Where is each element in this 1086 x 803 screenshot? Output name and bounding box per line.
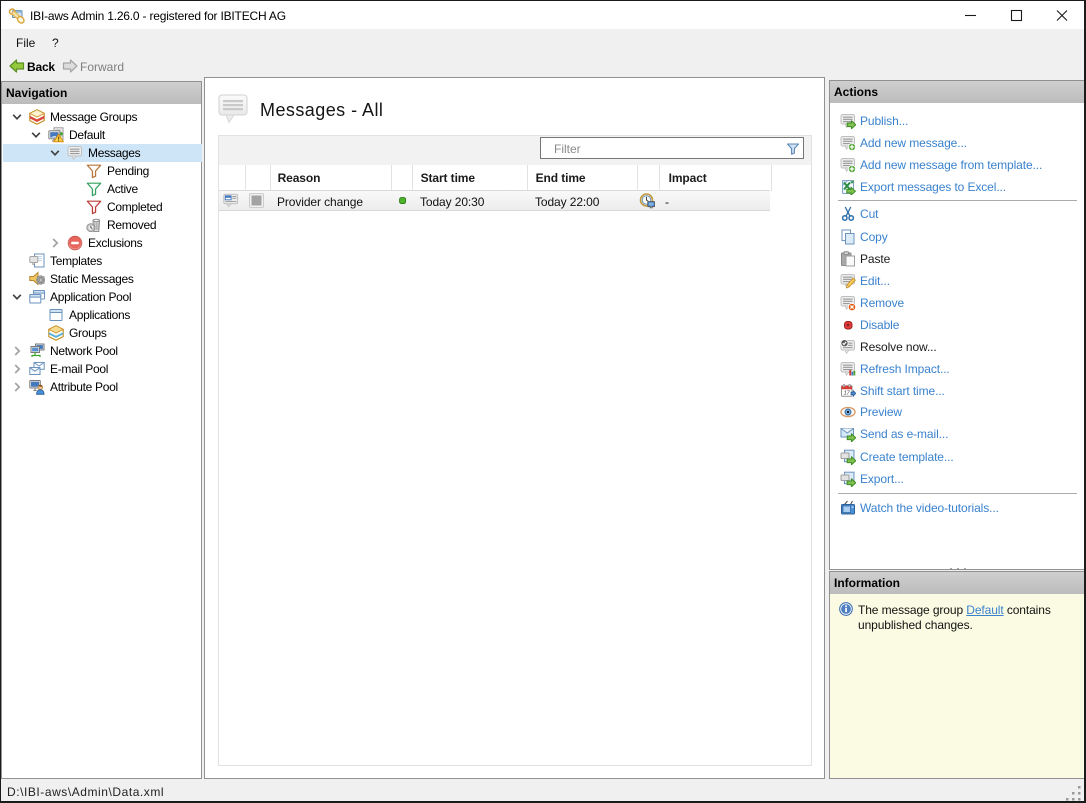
svg-text:17: 17	[844, 390, 851, 396]
